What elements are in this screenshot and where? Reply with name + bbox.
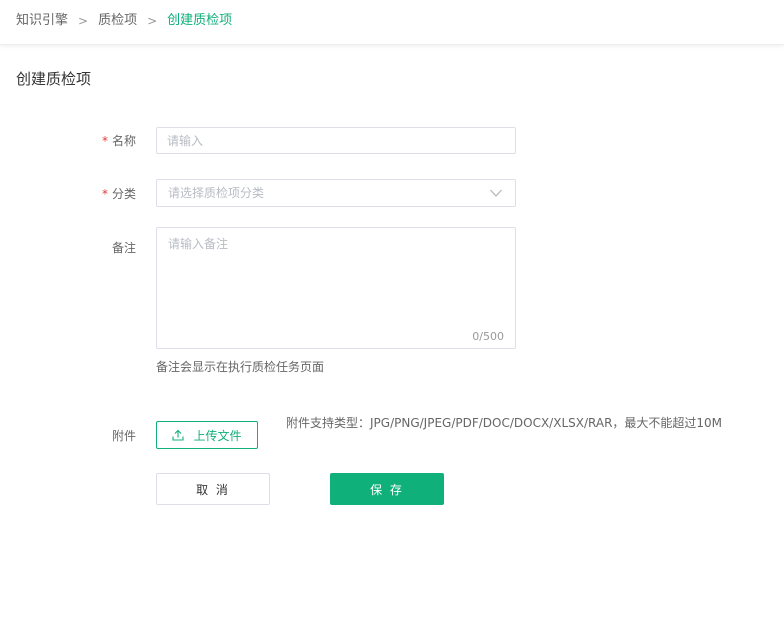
name-label-text: 名称: [111, 134, 136, 148]
breadcrumb-separator: >: [78, 14, 89, 28]
breadcrumb-separator: >: [147, 14, 158, 28]
category-label-text: 分类: [111, 187, 136, 201]
attachment-label-text: 附件: [111, 429, 136, 443]
name-input[interactable]: [156, 127, 516, 154]
breadcrumb-item-current: 创建质检项: [167, 13, 233, 28]
required-mark: *: [101, 134, 108, 148]
breadcrumb-item-quality-items[interactable]: 质检项: [98, 12, 137, 30]
remark-textarea[interactable]: [157, 228, 515, 348]
save-button[interactable]: 保 存: [330, 473, 444, 505]
chevron-down-icon: [490, 189, 502, 197]
upload-file-label: 上传文件: [193, 428, 242, 443]
required-mark: *: [101, 187, 108, 201]
remark-label: 备注: [112, 240, 136, 256]
remark-label-text: 备注: [111, 241, 136, 255]
attachment-label: 附件: [112, 428, 136, 444]
cancel-button[interactable]: 取 消: [156, 473, 270, 505]
breadcrumb-item-knowledge-engine[interactable]: 知识引擎: [16, 12, 68, 30]
page-title: 创建质检项: [16, 70, 92, 88]
category-label: * 分类: [102, 186, 136, 202]
category-select[interactable]: 请选择质检项分类: [156, 179, 516, 207]
remark-hint: 备注会显示在执行质检任务页面: [156, 360, 325, 374]
upload-icon: [172, 429, 185, 441]
name-label: * 名称: [102, 133, 136, 149]
remark-field: 0/500: [156, 227, 516, 349]
breadcrumb-bar: 知识引擎 > 质检项 > 创建质检项: [0, 0, 784, 45]
upload-file-button[interactable]: 上传文件: [156, 421, 258, 449]
attachment-note: 附件支持类型：JPG/PNG/JPEG/PDF/DOC/DOCX/XLSX/RA…: [286, 416, 723, 430]
category-select-placeholder: 请选择质检项分类: [168, 186, 265, 200]
remark-char-counter: 0/500: [472, 330, 504, 343]
breadcrumb: 知识引擎 > 质检项 > 创建质检项: [16, 12, 232, 30]
